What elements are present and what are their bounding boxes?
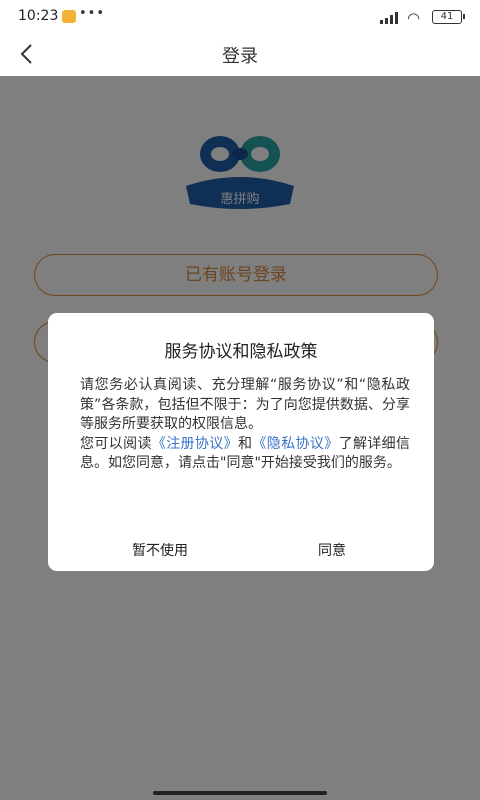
status-time: 10:23 xyxy=(18,8,59,24)
dialog-body: 请您务必认真阅读、充分理解“服务协议”和“隐私政策”各条款，包括但不限于：为了向… xyxy=(80,376,410,474)
agree-button[interactable]: 同意 xyxy=(318,540,346,560)
home-indicator[interactable] xyxy=(153,791,327,795)
status-bar: 10:23 ••• ◠ 41 xyxy=(0,0,480,34)
dialog-intro-text: 请您务必认真阅读、充分理解“服务协议”和“隐私政策”各条款，包括但不限于：为了向… xyxy=(80,377,410,432)
battery-level: 41 xyxy=(440,11,454,22)
dialog-title: 服务协议和隐私政策 xyxy=(164,342,318,362)
register-agreement-link[interactable]: 《注册协议》 xyxy=(152,436,238,452)
notification-icon xyxy=(62,10,76,23)
dialog-read-prefix: 您可以阅读 xyxy=(80,435,152,452)
more-notifications-icon: ••• xyxy=(79,6,106,21)
dialog-and-text: 和 xyxy=(238,435,253,452)
nav-bar: 登录 xyxy=(0,34,480,76)
decline-button[interactable]: 暂不使用 xyxy=(132,540,188,560)
page-title: 登录 xyxy=(222,46,258,67)
signal-icon xyxy=(380,12,402,24)
wifi-icon: ◠ xyxy=(407,9,421,27)
privacy-agreement-link[interactable]: 《隐私协议》 xyxy=(252,436,338,452)
privacy-dialog: 服务协议和隐私政策 请您务必认真阅读、充分理解“服务协议”和“隐私政策”各条款，… xyxy=(48,313,434,571)
battery-icon: 41 xyxy=(432,10,465,24)
